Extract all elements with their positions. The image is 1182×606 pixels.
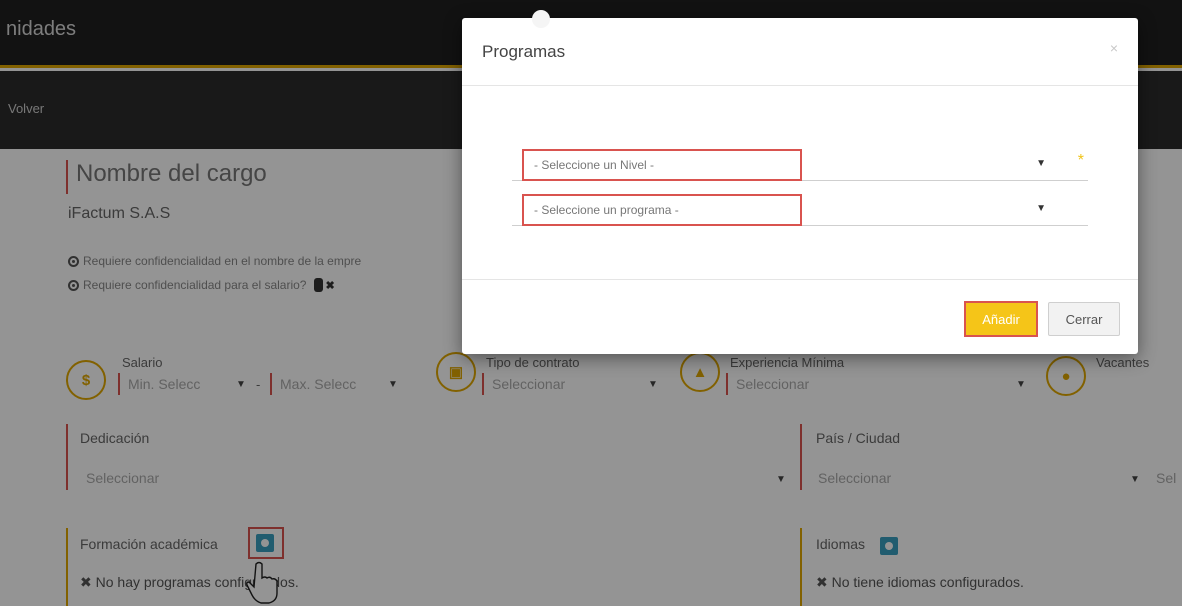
add-button[interactable]: Añadir — [964, 301, 1038, 337]
program-select[interactable]: - Seleccione un programa - — [522, 194, 802, 226]
required-icon: * — [1077, 152, 1084, 169]
close-icon[interactable]: × — [1110, 40, 1118, 56]
program-select-value: - Seleccione un programa - — [534, 203, 679, 217]
chevron-down-icon: ▼ — [1036, 203, 1046, 214]
chevron-down-icon: ▼ — [1036, 158, 1046, 169]
level-select-value: - Seleccione un Nivel - — [534, 158, 655, 172]
modal-title: Programas — [482, 42, 566, 61]
modal-header: Programas × — [462, 18, 1138, 86]
program-select-row[interactable]: - Seleccione un programa - ▼ — [512, 194, 1088, 226]
close-button[interactable]: Cerrar — [1048, 302, 1120, 336]
level-select[interactable]: - Seleccione un Nivel - — [522, 149, 802, 181]
modal-body: - Seleccione un Nivel - ▼ * - Seleccione… — [462, 86, 1138, 280]
level-select-row[interactable]: - Seleccione un Nivel - ▼ * — [512, 149, 1088, 181]
